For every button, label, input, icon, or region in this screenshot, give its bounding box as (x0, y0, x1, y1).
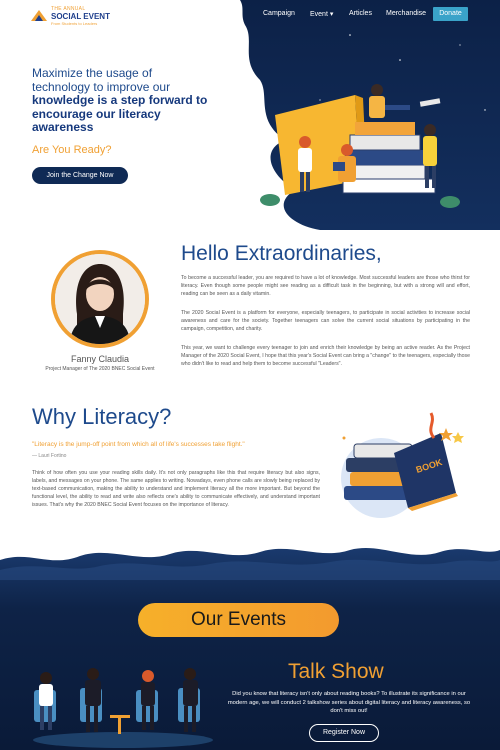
hero-reading-illustration (260, 84, 460, 208)
top-navigation: THE ANNUAL SOCIAL EVENT From Students to… (0, 0, 500, 30)
hello-paragraph: To become a successful leader, you are r… (181, 275, 470, 297)
profile-portrait-image (55, 254, 145, 344)
hero-headline-line: Maximize the usage of (32, 66, 153, 80)
why-literacy-body: Think of how often you use your reading … (32, 470, 320, 508)
profile-role: Project Manager of The 2020 BNEC Social … (45, 366, 155, 372)
quote-author: — Lauri Fortino (32, 453, 67, 459)
nav-merchandise[interactable]: Merchandise (386, 10, 426, 17)
nav-articles[interactable]: Articles (349, 10, 372, 17)
hello-title: Hello Extraordinaries, (181, 242, 382, 265)
hero-headline-line: technology to improve our (32, 79, 171, 94)
logo-main-text: SOCIAL EVENT (51, 12, 110, 21)
hello-paragraph: The 2020 Social Event is a platform for … (181, 310, 470, 332)
hero-headline-line: knowledge is a step forward to (32, 93, 208, 107)
hero-headline-line: awareness (32, 120, 94, 134)
donate-button[interactable]: Donate (433, 7, 468, 21)
why-literacy-title: Why Literacy? (32, 404, 172, 429)
nav-event[interactable]: Event ▾ (310, 10, 333, 18)
nav-campaign[interactable]: Campaign (263, 10, 295, 17)
profile-photo (55, 254, 145, 344)
hero-headline-line: encourage our literacy (32, 106, 161, 121)
nav-event-label: Event (310, 11, 328, 18)
book-stack-illustration: BOOK (341, 412, 464, 518)
join-change-button[interactable]: Join the Change Now (32, 167, 128, 184)
site-logo[interactable]: THE ANNUAL SOCIAL EVENT From Students to… (30, 5, 110, 27)
talk-show-title: Talk Show (288, 660, 384, 683)
logo-tagline: From Students to Leaders (51, 21, 98, 26)
chevron-down-icon: ▾ (329, 11, 334, 18)
register-now-button[interactable]: Register Now (309, 724, 379, 742)
hero-section: THE ANNUAL SOCIAL EVENT From Students to… (0, 0, 500, 230)
logo-icon (31, 10, 47, 21)
profile-name: Fanny Claudia (70, 354, 130, 364)
talkshow-illustration (33, 668, 213, 748)
literacy-quote: "Literacy is the jump-off point from whi… (32, 441, 245, 448)
hero-headline: Maximize the usage of technology to impr… (32, 66, 222, 135)
hello-paragraph: This year, we want to challenge every te… (181, 345, 470, 367)
talk-show-description: Did you know that literacy isn't only ab… (227, 691, 471, 714)
hero-ready-text: Are You Ready? (32, 144, 112, 156)
our-events-button[interactable]: Our Events (138, 603, 339, 637)
